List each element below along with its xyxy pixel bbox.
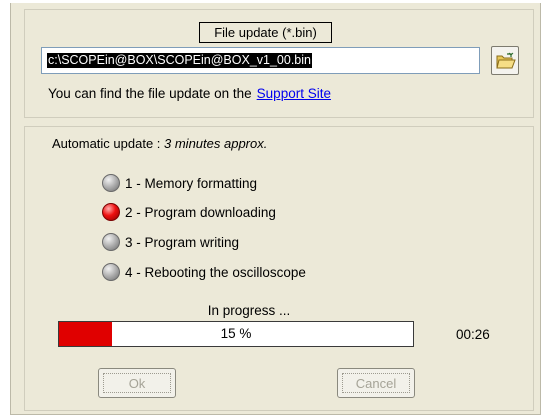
step-program-writing: 3 - Program writing bbox=[102, 232, 239, 252]
automatic-update-prefix: Automatic update : bbox=[52, 136, 165, 151]
file-path-field[interactable]: c:\SCOPEin@BOX\SCOPEin@BOX_v1_00.bin bbox=[41, 47, 480, 74]
automatic-update-duration: 3 minutes approx. bbox=[164, 136, 268, 151]
cancel-button-label: Cancel bbox=[342, 373, 410, 393]
cancel-button[interactable]: Cancel bbox=[337, 368, 415, 398]
step-label: 2 - Program downloading bbox=[125, 204, 276, 220]
browse-button[interactable] bbox=[491, 46, 519, 75]
progress-bar: 15 % bbox=[58, 321, 414, 347]
ok-button-label: Ok bbox=[103, 373, 171, 393]
status-led-icon bbox=[102, 174, 120, 192]
support-site-link[interactable]: Support Site bbox=[257, 86, 331, 101]
file-path-value: c:\SCOPEin@BOX\SCOPEin@BOX_v1_00.bin bbox=[47, 53, 312, 68]
hint-text: You can find the file update on the bbox=[48, 86, 252, 101]
hint-line: You can find the file update on the Suppo… bbox=[48, 86, 331, 101]
status-led-icon bbox=[102, 263, 120, 281]
automatic-update-text: Automatic update : 3 minutes approx. bbox=[52, 136, 267, 151]
progress-status: In progress ... bbox=[207, 303, 291, 318]
file-update-title: File update (*.bin) bbox=[199, 22, 332, 43]
step-label: 4 - Rebooting the oscilloscope bbox=[125, 264, 306, 280]
step-label: 1 - Memory formatting bbox=[125, 175, 258, 191]
step-memory-formatting: 1 - Memory formatting bbox=[102, 173, 257, 193]
status-led-icon bbox=[102, 233, 120, 251]
folder-open-icon bbox=[496, 52, 516, 69]
status-led-icon bbox=[102, 203, 120, 221]
step-rebooting: 4 - Rebooting the oscilloscope bbox=[102, 262, 306, 282]
ok-button[interactable]: Ok bbox=[98, 368, 176, 398]
progress-percent: 15 % bbox=[220, 326, 252, 341]
step-program-downloading: 2 - Program downloading bbox=[102, 202, 276, 222]
elapsed-time: 00:26 bbox=[456, 327, 490, 342]
step-label: 3 - Program writing bbox=[125, 234, 240, 250]
